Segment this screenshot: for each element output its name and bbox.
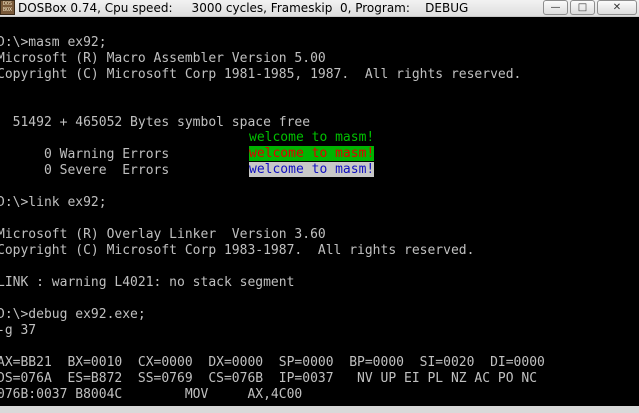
terminal-line: 0 Severe Errors [0,163,170,178]
terminal-line: D:\>masm ex92; [0,35,107,50]
terminal-line: 51492 + 465052 Bytes symbol space free [0,115,311,130]
terminal-line: 076B:0037 B8004C MOV AX,4C00 [0,387,303,402]
app-icon-label-bottom: BOX [2,7,13,13]
welcome-message-green: welcome to masm! [249,130,375,145]
window-title: DOSBox 0.74, Cpu speed: 3000 cycles, Fra… [18,1,469,15]
terminal-line: LINK : warning L4021: no stack segment [0,275,295,290]
terminal-line: AX=BB21 BX=0010 CX=0000 DX=0000 SP=0000 … [0,355,545,370]
minimize-button[interactable]: — [543,0,568,15]
maximize-icon: □ [577,2,588,13]
terminal-line: DS=076A ES=B872 SS=0769 CS=076B IP=0037 … [0,371,538,386]
minimize-icon: — [550,2,561,13]
dosbox-window: DOS BOX DOSBox 0.74, Cpu speed: 3000 cyc… [0,0,639,413]
terminal-line: -g 37 [0,323,37,338]
dosbox-app-icon: DOS BOX [0,0,15,15]
terminal-line: Copyright (C) Microsoft Corp 1981-1985, … [0,67,522,82]
terminal-line: Microsoft (R) Macro Assembler Version 5.… [0,51,326,66]
title-bar[interactable]: DOS BOX DOSBox 0.74, Cpu speed: 3000 cyc… [0,0,639,17]
terminal-line: 0 Warning Errors [0,147,170,162]
maximize-button[interactable]: □ [570,0,595,15]
terminal-line: Microsoft (R) Overlay Linker Version 3.6… [0,227,326,242]
close-icon: ✕ [612,2,622,13]
terminal-line: D:\>debug ex92.exe; [0,307,146,322]
terminal-line: Copyright (C) Microsoft Corp 1983-1987. … [0,243,475,258]
window-bottom-border [0,406,639,413]
terminal-line: D:\>link ex92; [0,195,107,210]
dos-terminal-screen[interactable]: D:\>masm ex92; Microsoft (R) Macro Assem… [0,35,639,413]
welcome-message-blue-on-white: welcome to masm! [249,162,375,177]
close-button[interactable]: ✕ [597,0,637,15]
welcome-message-red-on-green: welcome to masm! [249,146,375,161]
